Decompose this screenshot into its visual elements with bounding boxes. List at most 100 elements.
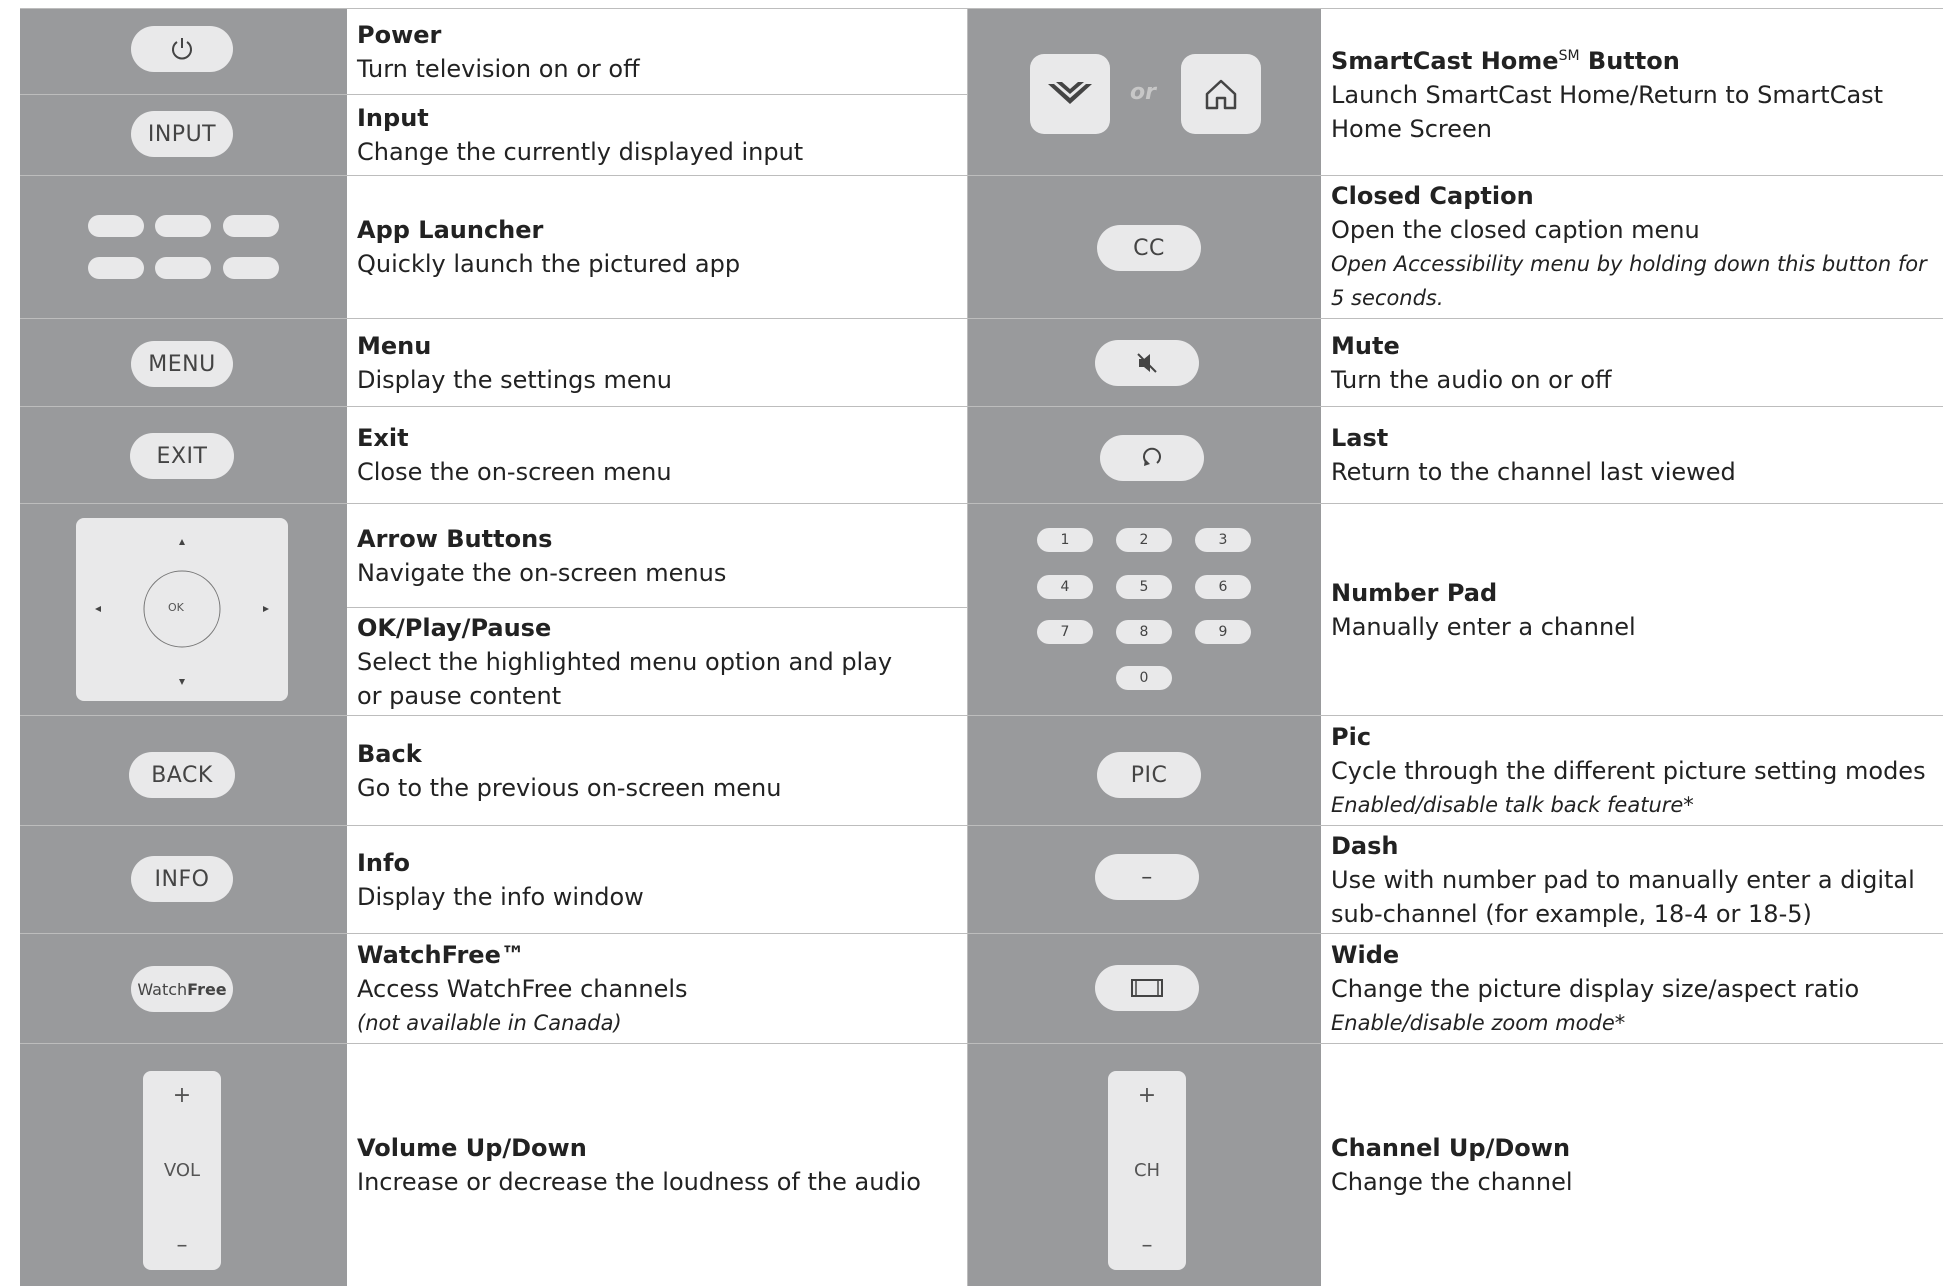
menu-row: Menu Display the settings menu (347, 319, 967, 406)
last-button (1100, 435, 1204, 481)
row-title: Volume Up/Down (357, 1134, 587, 1162)
row-title: Arrow Buttons (357, 524, 553, 553)
row-title: Dash (1331, 831, 1399, 860)
watchfree-label-b: Free (187, 979, 227, 999)
channel-minus: – (1141, 1233, 1153, 1258)
key-4: 4 (1037, 575, 1093, 599)
last-icon (1143, 447, 1161, 466)
row-desc: Quickly launch the pictured app (357, 250, 741, 278)
row-title: Mute (1331, 331, 1400, 360)
home-icon (1205, 79, 1237, 110)
mute-row: Mute Turn the audio on or off (1321, 319, 1943, 406)
row-desc: Go to the previous on-screen menu (357, 773, 782, 802)
vizio-v-icon (1048, 82, 1092, 104)
row-desc: Change the picture display size/aspect r… (1331, 974, 1860, 1003)
ok-play-pause-row: OK/Play/Pause Select the highlighted men… (347, 608, 967, 715)
row-title: WatchFree™ (357, 940, 525, 969)
power-row: Power Turn television on or off (347, 9, 967, 94)
row-desc: Launch SmartCast Home/Return to SmartCas… (1331, 80, 1884, 143)
watchfree-button: Watch Free (131, 966, 233, 1012)
channel-plus: + (1137, 1083, 1157, 1108)
row-title: Info (357, 848, 410, 877)
channel-rocker: + CH – (1108, 1071, 1186, 1270)
row-title: Wide (1331, 940, 1400, 969)
row-desc: Navigate the on-screen menus (357, 558, 727, 587)
menu-button: MENU (131, 341, 233, 387)
title-main: SmartCast Home (1331, 46, 1559, 75)
app-button (155, 215, 211, 237)
volume-rocker: + VOL – (143, 1071, 221, 1270)
power-icon (172, 38, 192, 60)
back-button: BACK (129, 752, 235, 798)
app-button (155, 257, 211, 279)
row-title: Closed Caption (1331, 182, 1534, 210)
service-mark: SM (1558, 47, 1580, 64)
wide-button (1095, 965, 1199, 1011)
row-desc: Change the currently displayed input (357, 138, 804, 166)
pic-row: Pic Cycle through the different picture … (1321, 716, 1943, 825)
row-desc: Change the channel (1331, 1168, 1573, 1196)
volume-plus: + (172, 1083, 192, 1108)
row-desc: Access WatchFree channels (357, 974, 688, 1003)
row-title: Exit (357, 424, 409, 452)
power-button (131, 26, 233, 72)
row-note: (not available in Canada) (357, 1010, 622, 1035)
app-button (223, 215, 279, 237)
row-desc: Open the closed caption menu (1331, 216, 1700, 244)
row-title: Menu (357, 331, 432, 360)
smartcast-home-row: SmartCast HomeSM Button Launch SmartCast… (1321, 9, 1943, 175)
row-desc: Cycle through the different picture sett… (1331, 756, 1926, 785)
row-title: Channel Up/Down (1331, 1134, 1571, 1162)
or-label: or (1130, 80, 1156, 105)
row-title: Back (357, 739, 422, 768)
row-desc: Display the settings menu (357, 365, 673, 394)
row-title: Input (357, 104, 429, 132)
key-3: 3 (1195, 528, 1251, 552)
row-desc: Close the on-screen menu (357, 458, 672, 486)
input-row: Input Change the currently displayed inp… (347, 95, 967, 175)
key-9: 9 (1195, 620, 1251, 644)
key-2: 2 (1116, 528, 1172, 552)
back-row: Back Go to the previous on-screen menu (347, 716, 967, 825)
key-5: 5 (1116, 575, 1172, 599)
app-button (88, 215, 144, 237)
row-desc: Return to the channel last viewed (1331, 458, 1736, 486)
app-button (223, 257, 279, 279)
mute-button (1095, 340, 1199, 386)
key-7: 7 (1037, 620, 1093, 644)
info-row: Info Display the info window (347, 826, 967, 933)
watchfree-label-a: Watch (137, 979, 188, 999)
row-desc: Use with number pad to manually enter a … (1331, 865, 1915, 928)
closed-caption-row: Closed Caption Open the closed caption m… (1321, 176, 1943, 318)
arrow-pad: OK (76, 518, 288, 701)
channel-label: CH (1133, 1160, 1161, 1181)
key-1: 1 (1037, 528, 1093, 552)
row-title: Last (1331, 424, 1389, 452)
watchfree-row: WatchFree™ Access WatchFree channels (no… (347, 934, 967, 1043)
row-title: SmartCast HomeSM Button (1331, 39, 1943, 78)
last-row: Last Return to the channel last viewed (1321, 407, 1943, 503)
vizio-v-button (1030, 54, 1110, 134)
input-button: INPUT (131, 111, 233, 157)
number-pad-row: Number Pad Manually enter a channel (1321, 504, 1943, 715)
remote-button-table: Power Turn television on or off Input Ch… (20, 8, 1943, 1286)
arrow-right-icon (263, 606, 269, 612)
row-desc: Turn the audio on or off (1331, 365, 1612, 394)
channel-row: Channel Up/Down Change the channel (1321, 1044, 1943, 1286)
cc-button: CC (1097, 225, 1201, 271)
row-desc: Select the highlighted menu option and p… (357, 647, 893, 710)
volume-minus: – (176, 1233, 188, 1258)
row-note: Open Accessibility menu by holding down … (1331, 252, 1927, 310)
row-desc: Display the info window (357, 882, 644, 911)
key-6: 6 (1195, 575, 1251, 599)
arrow-buttons-row: Arrow Buttons Navigate the on-screen men… (347, 504, 967, 607)
dash-button: – (1095, 854, 1199, 900)
row-note: Enabled/disable talk back feature* (1331, 792, 1694, 817)
mute-icon (1137, 353, 1157, 373)
arrow-left-icon (95, 606, 101, 612)
app-button (88, 257, 144, 279)
wide-icon (1131, 979, 1163, 997)
pic-button: PIC (1097, 752, 1201, 798)
row-desc: Manually enter a channel (1331, 612, 1636, 641)
row-title: Number Pad (1331, 578, 1498, 607)
